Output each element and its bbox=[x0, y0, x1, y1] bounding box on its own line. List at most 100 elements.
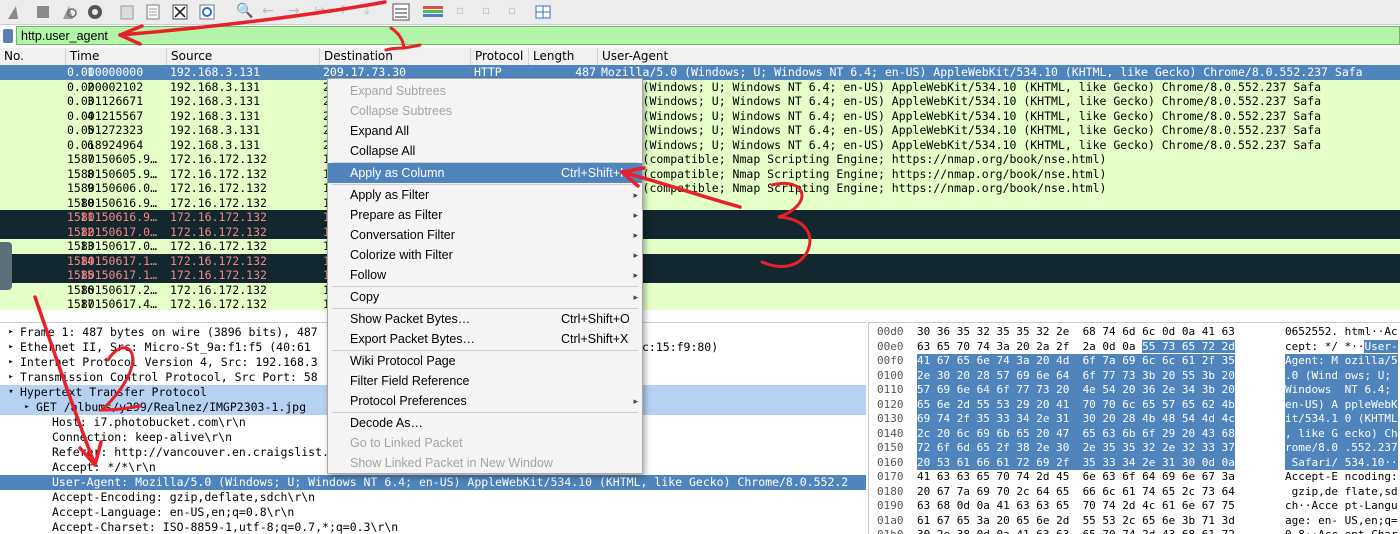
menu-item-collapse-all[interactable]: Collapse All bbox=[328, 141, 642, 161]
packet-row[interactable]: 50.001272323192.168.3.1312a/5.0 (Windows… bbox=[0, 123, 1400, 138]
packet-row[interactable]: 81580150605.9…172.16.172.1321a/5.0 (comp… bbox=[0, 166, 1400, 181]
detail-tree-row[interactable]: User-Agent: Mozilla/5.0 (Windows; U; Win… bbox=[0, 475, 866, 490]
submenu-arrow-icon: ▸ bbox=[633, 270, 638, 280]
packet-row[interactable]: 40.001215567192.168.3.1312a/5.0 (Windows… bbox=[0, 108, 1400, 123]
menu-item-follow[interactable]: Follow ▸ bbox=[328, 265, 642, 285]
menu-item-copy[interactable]: Copy ▸ bbox=[328, 287, 642, 307]
detail-tree-row[interactable]: Accept-Encoding: gzip,deflate,sdch\r\n bbox=[0, 490, 866, 505]
packet-row[interactable]: 20.000002102192.168.3.1312a/5.0 (Windows… bbox=[0, 79, 1400, 94]
menu-item-apply-as-column[interactable]: Apply as Column Ctrl+Shift+I bbox=[328, 163, 642, 183]
hex-row[interactable]: 01a0 61 67 65 3a 20 65 6e 2d 55 53 2c 65 … bbox=[869, 514, 1400, 529]
hex-row[interactable]: 00d0 30 36 35 32 35 35 32 2e 68 74 6d 6c … bbox=[869, 325, 1400, 340]
autoscroll-icon[interactable] bbox=[392, 3, 410, 21]
column-header-no[interactable]: No. bbox=[0, 48, 66, 65]
column-header-time[interactable]: Time bbox=[66, 48, 167, 65]
column-header-destination[interactable]: Destination bbox=[320, 48, 471, 65]
detail-tree-row[interactable]: Accept-Charset: ISO-8859-1,utf-8;q=0.7,*… bbox=[0, 520, 866, 534]
hex-row[interactable]: 00f0 41 67 65 6e 74 3a 20 4d 6f 7a 69 6c … bbox=[869, 354, 1400, 369]
menu-item-wiki-protocol-page[interactable]: Wiki Protocol Page bbox=[328, 351, 642, 371]
packet-row[interactable]: 121580150617.0…172.16.172.13212.4 bbox=[0, 224, 1400, 239]
open-file-icon[interactable] bbox=[118, 3, 136, 21]
menu-item-label: Show Packet Bytes… bbox=[350, 312, 471, 326]
packet-row[interactable]: 91580150606.0…172.16.172.1321a/5.0 (comp… bbox=[0, 181, 1400, 196]
go-forward-icon[interactable]: → bbox=[288, 3, 306, 21]
menu-item-expand-all[interactable]: Expand All bbox=[328, 121, 642, 141]
detail-tree-text: Frame 1: 487 bytes on wire (3896 bits), … bbox=[20, 325, 318, 339]
column-header-length[interactable]: Length bbox=[529, 48, 598, 65]
column-header-source[interactable]: Source bbox=[167, 48, 320, 65]
packet-row[interactable]: 161580150617.2…172.16.172.13212.4 bbox=[0, 282, 1400, 297]
colorize-icon[interactable] bbox=[422, 3, 443, 21]
zoom-out-icon[interactable]: ▫ bbox=[482, 3, 500, 21]
packet-row[interactable]: 151580150617.1…172.16.172.13212.4 bbox=[0, 268, 1400, 283]
shark-fin-icon[interactable] bbox=[6, 3, 24, 21]
collapse-arrow-icon[interactable]: ▾ bbox=[6, 385, 16, 400]
hex-row[interactable]: 0120 65 6e 2d 55 53 29 20 41 70 70 6c 65 … bbox=[869, 397, 1400, 412]
column-header-protocol[interactable]: Protocol bbox=[471, 48, 529, 65]
packet-bytes-pane[interactable]: 00d0 30 36 35 32 35 35 32 2e 68 74 6d 6c … bbox=[868, 322, 1400, 534]
menu-item-label: Go to Linked Packet bbox=[350, 436, 463, 450]
expand-arrow-icon[interactable]: ▸ bbox=[6, 325, 16, 340]
hex-row[interactable]: 0110 57 69 6e 64 6f 77 73 20 4e 54 20 36 … bbox=[869, 383, 1400, 398]
packet-source: 172.16.172.132 bbox=[170, 282, 267, 297]
hex-row[interactable]: 0190 63 68 0d 0a 41 63 63 65 70 74 2d 4c … bbox=[869, 499, 1400, 514]
packet-row[interactable]: 30.001126671192.168.3.1312a/5.0 (Windows… bbox=[0, 94, 1400, 109]
hex-row[interactable]: 00e0 63 65 70 74 3a 20 2a 2f 2a 0d 0a 55 … bbox=[869, 339, 1400, 355]
restart-icon[interactable] bbox=[60, 3, 78, 21]
menu-item-prepare-as-filter[interactable]: Prepare as Filter ▸ bbox=[328, 205, 642, 225]
close-file-icon[interactable] bbox=[171, 3, 189, 21]
menu-item-label: Copy bbox=[350, 290, 380, 304]
detail-tree-text: Host: i7.photobucket.com\r\n bbox=[52, 415, 246, 429]
detail-tree-text: Referer: http://vancouver.en.craigslist.… bbox=[52, 445, 336, 459]
resize-columns-icon[interactable] bbox=[534, 3, 552, 21]
menu-item-show-packet-bytes[interactable]: Show Packet Bytes… Ctrl+Shift+O bbox=[328, 309, 642, 329]
menu-item-apply-as-filter[interactable]: Apply as Filter ▸ bbox=[328, 185, 642, 205]
display-filter-input[interactable] bbox=[16, 26, 1400, 45]
packet-row[interactable]: 101580150616.9…172.16.172.13212.4 bbox=[0, 195, 1400, 210]
menu-item-export-packet-bytes[interactable]: Export Packet Bytes… Ctrl+Shift+X bbox=[328, 329, 642, 349]
packet-row[interactable]: 111580150616.9…172.16.172.13212.4 bbox=[0, 210, 1400, 225]
reload-icon[interactable] bbox=[198, 3, 216, 21]
back-icon[interactable]: 🔍 bbox=[236, 3, 254, 21]
hex-offset: 00e0 bbox=[877, 339, 904, 353]
packet-row[interactable]: 171580150617.4…172.16.172.13212.4 bbox=[0, 297, 1400, 310]
expand-arrow-icon[interactable]: ▸ bbox=[6, 340, 16, 355]
packet-row[interactable]: 1 0.000000000 192.168.3.131 209.17.73.30 HTT… bbox=[0, 65, 1400, 80]
menu-item-colorize-with-filter[interactable]: Colorize with Filter ▸ bbox=[328, 245, 642, 265]
expand-arrow-icon[interactable]: ▸ bbox=[6, 355, 16, 370]
hex-row[interactable]: 0170 41 63 63 65 70 74 2d 45 6e 63 6f 64 … bbox=[869, 470, 1400, 485]
go-to-packet-icon[interactable]: ↪ bbox=[314, 3, 332, 21]
packet-row[interactable]: 141580150617.1…172.16.172.13212.4 bbox=[0, 253, 1400, 268]
normal-size-icon[interactable]: ▫ bbox=[508, 3, 526, 21]
hex-row[interactable]: 0140 2c 20 6c 69 6b 65 20 47 65 63 6b 6f … bbox=[869, 426, 1400, 441]
first-packet-icon[interactable]: ⤒ bbox=[340, 3, 358, 21]
menu-item-label: Follow bbox=[350, 268, 387, 282]
packet-list[interactable]: No. Time Source Destination Protocol Len… bbox=[0, 48, 1400, 310]
hex-row[interactable]: 01b0 30 2e 38 0d 0a 41 63 63 65 70 74 2d … bbox=[869, 528, 1400, 534]
hex-row[interactable]: 0100 2e 30 20 28 57 69 6e 64 6f 77 73 3b … bbox=[869, 368, 1400, 383]
menu-item-filter-field-reference[interactable]: Filter Field Reference bbox=[328, 371, 642, 391]
menu-item-conversation-filter[interactable]: Conversation Filter ▸ bbox=[328, 225, 642, 245]
menu-item-protocol-preferences[interactable]: Protocol Preferences ▸ bbox=[328, 391, 642, 411]
hex-row[interactable]: 0150 72 6f 6d 65 2f 38 2e 30 2e 35 35 32 … bbox=[869, 441, 1400, 456]
packet-row[interactable]: 71580150605.9…172.16.172.1321a/5.0 (comp… bbox=[0, 152, 1400, 167]
packet-row[interactable]: 60.018924964192.168.3.1312a/5.0 (Windows… bbox=[0, 137, 1400, 152]
pane-splitter-handle[interactable] bbox=[0, 242, 12, 290]
options-gear-icon[interactable] bbox=[86, 3, 104, 21]
save-icon[interactable] bbox=[144, 3, 162, 21]
zoom-in-icon[interactable]: ▫ bbox=[456, 3, 474, 21]
stop-icon[interactable] bbox=[34, 3, 52, 21]
packet-user-agent: a/5.0 (Windows; U; Windows NT 6.4; en-US… bbox=[601, 123, 1322, 137]
detail-tree-row[interactable]: Accept-Language: en-US,en;q=0.8\r\n bbox=[0, 505, 866, 520]
hex-row[interactable]: 0180 20 67 7a 69 70 2c 64 65 66 6c 61 74 … bbox=[869, 485, 1400, 500]
hex-row[interactable]: 0160 20 53 61 66 61 72 69 2f 35 33 34 2e … bbox=[869, 455, 1400, 470]
column-header-user-agent[interactable]: User-Agent bbox=[598, 48, 1400, 65]
hex-row[interactable]: 0130 69 74 2f 35 33 34 2e 31 30 20 28 4b … bbox=[869, 412, 1400, 427]
go-back-icon[interactable]: ← bbox=[262, 3, 280, 21]
last-packet-icon[interactable]: ⤓ bbox=[364, 3, 382, 21]
menu-item-decode-as[interactable]: Decode As… bbox=[328, 413, 642, 433]
expand-arrow-icon[interactable]: ▸ bbox=[22, 400, 32, 415]
bookmark-icon[interactable] bbox=[3, 29, 13, 43]
expand-arrow-icon[interactable]: ▸ bbox=[6, 370, 16, 385]
packet-row[interactable]: 131580150617.0…172.16.172.13212.4 bbox=[0, 239, 1400, 254]
